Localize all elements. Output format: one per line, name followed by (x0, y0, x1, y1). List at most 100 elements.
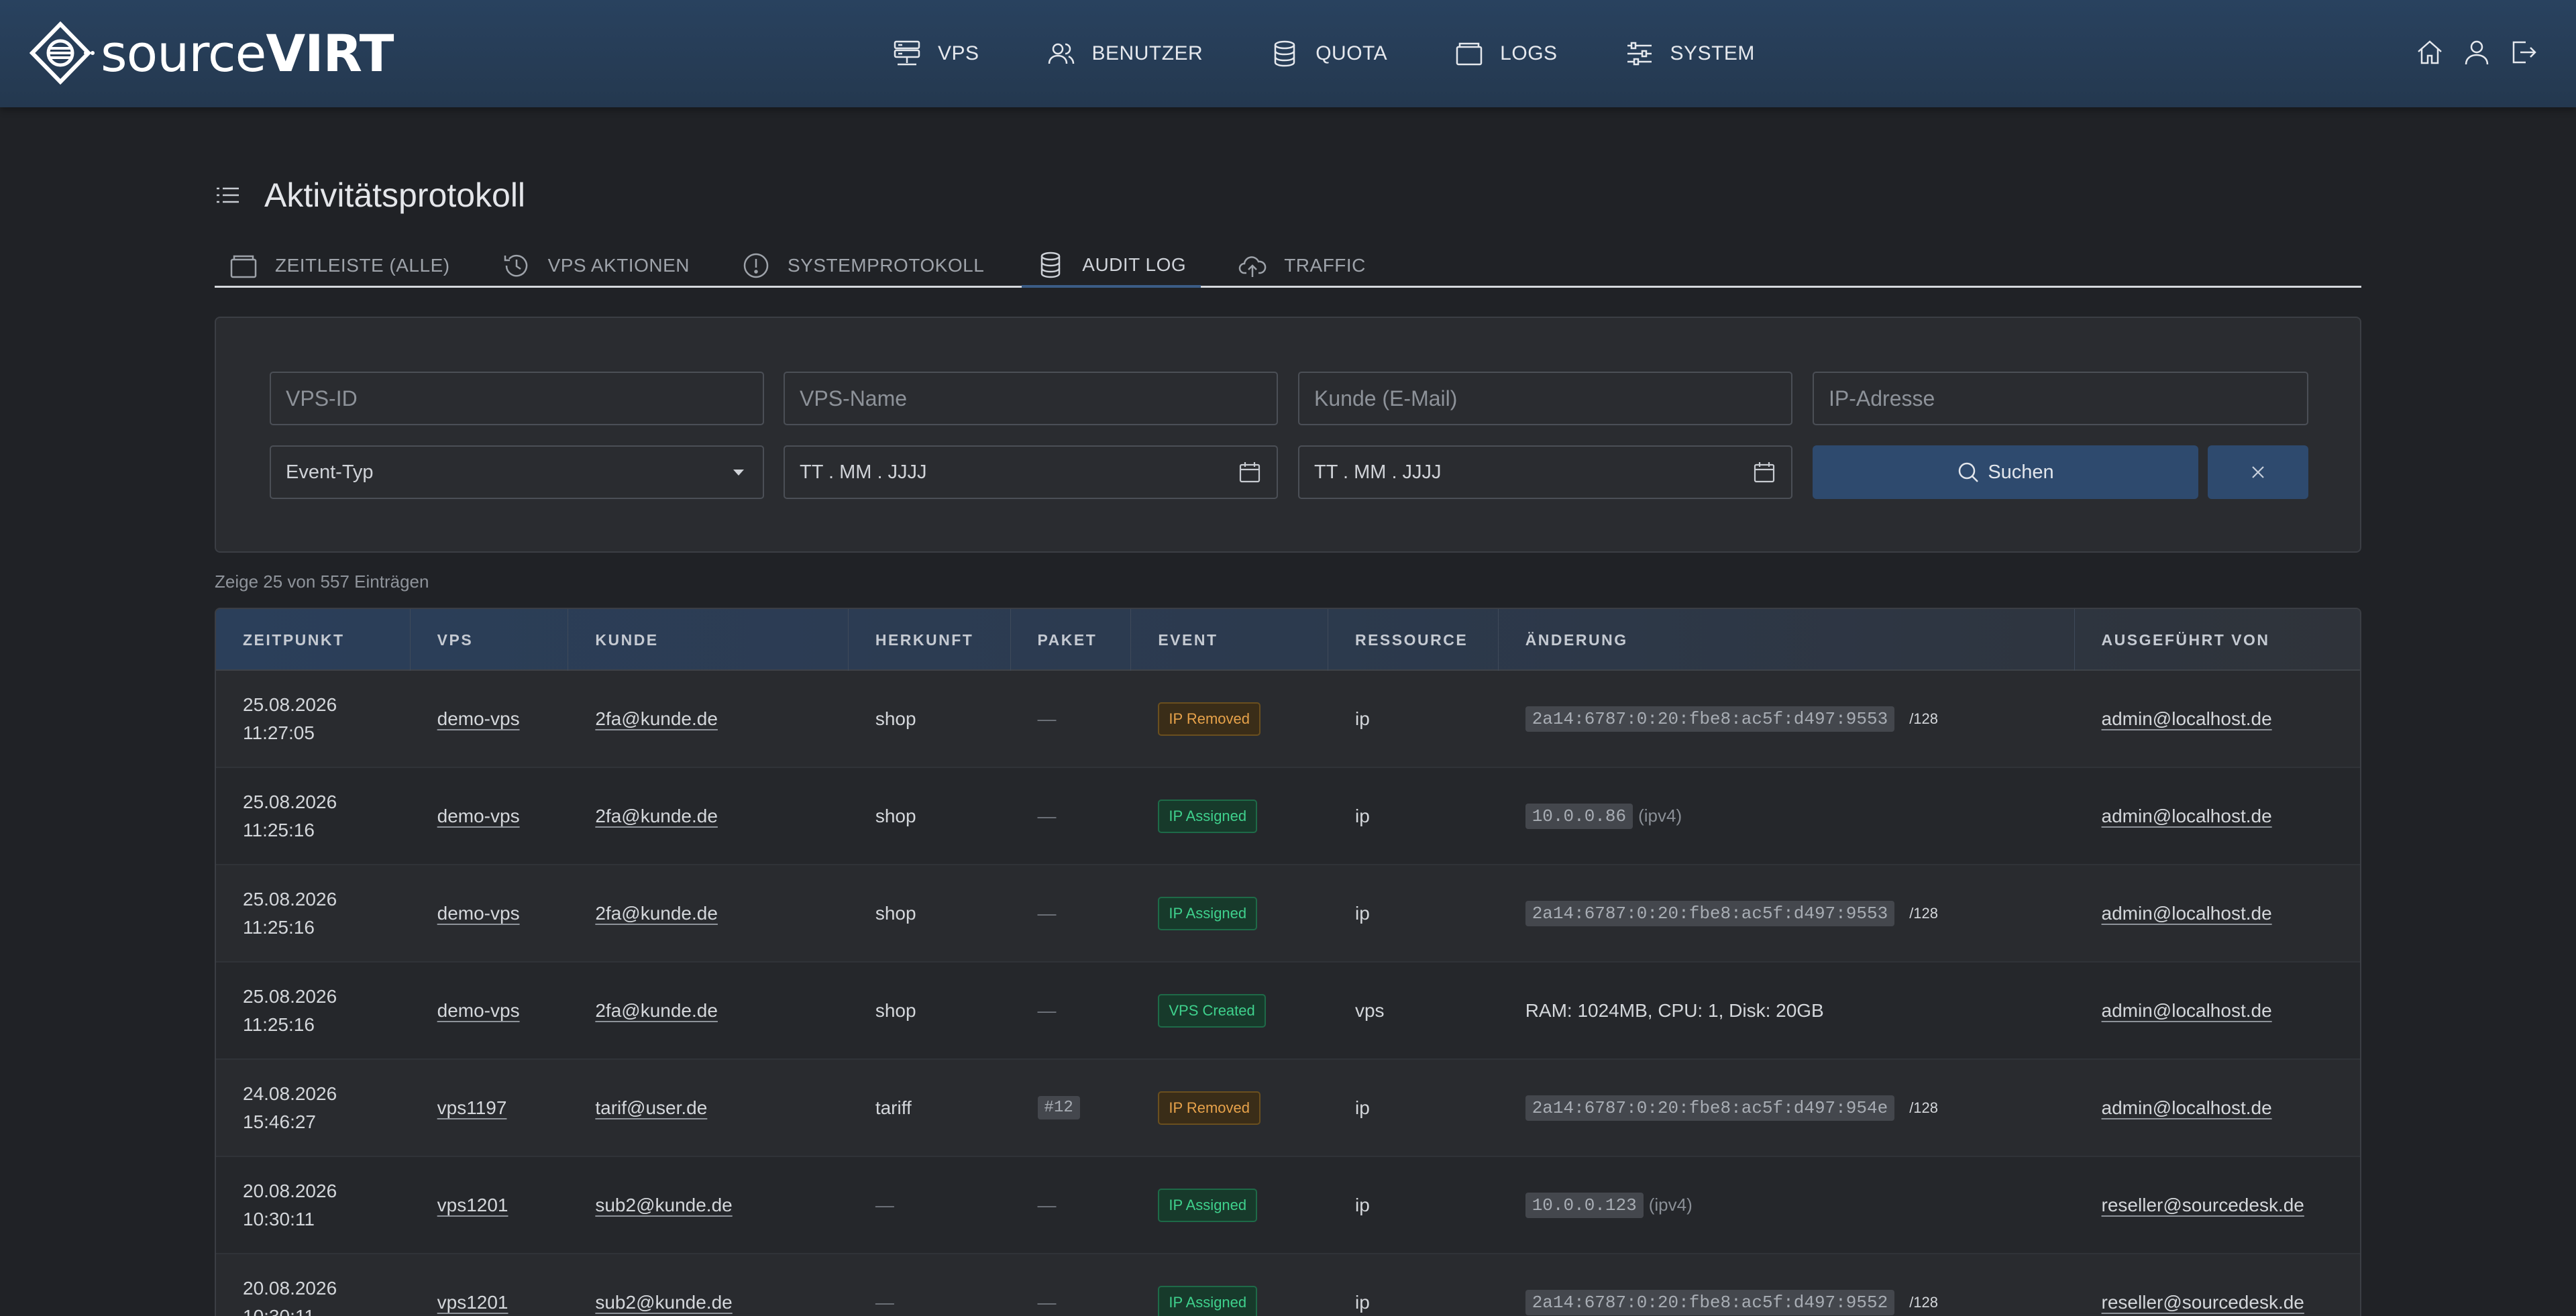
customer-link[interactable]: tarif@user.de (595, 1097, 707, 1119)
vps-cell: vps1197 (411, 1060, 569, 1156)
home-button[interactable] (2414, 35, 2446, 70)
package-cell: — (1011, 768, 1132, 864)
column-header[interactable]: VPS (411, 609, 569, 671)
vps-id-field[interactable] (270, 372, 764, 425)
timestamp-cell: 25.08.2026 11:27:05 (216, 671, 411, 767)
change-suffix: /128 (1909, 710, 1939, 727)
customer-link[interactable]: 2fa@kunde.de (595, 806, 718, 827)
event-type-select[interactable]: Event-Typ (270, 445, 764, 499)
home-icon (2418, 40, 2442, 64)
event-cell: IP Assigned (1131, 1254, 1328, 1316)
table-row[interactable]: 25.08.2026 11:25:16 demo-vps 2fa@kunde.de sh… (216, 768, 2360, 865)
timestamp-cell: 20.08.2026 10:30:11 (216, 1157, 411, 1253)
change-suffix: /128 (1909, 1293, 1939, 1311)
customer-email-field[interactable] (1298, 372, 1792, 425)
event-cell: IP Assigned (1131, 768, 1328, 864)
logout-button[interactable] (2508, 35, 2540, 70)
tab-traffic[interactable]: TRAFFIC (1224, 245, 1381, 286)
cloud-upload-icon (1238, 256, 1267, 277)
executed-by-link[interactable]: admin@localhost.de (2102, 806, 2272, 827)
column-header[interactable]: HERKUNFT (849, 609, 1011, 671)
tab-timeline[interactable]: ZEITLEISTE (ALLE) (215, 245, 465, 286)
timestamp-cell: 24.08.2026 15:46:27 (216, 1060, 411, 1156)
timestamp-cell: 25.08.2026 11:25:16 (216, 963, 411, 1058)
executed-by-link[interactable]: reseller@sourcedesk.de (2102, 1195, 2304, 1216)
tab-label: TRAFFIC (1284, 254, 1366, 276)
ip-address-field[interactable] (1813, 372, 2308, 425)
table-row[interactable]: 25.08.2026 11:27:05 demo-vps 2fa@kunde.de sh… (216, 671, 2360, 768)
tab-label: VPS AKTIONEN (547, 254, 690, 276)
calendar-icon[interactable] (1238, 460, 1262, 484)
origin-cell: shop (849, 768, 1011, 864)
customer-link[interactable]: 2fa@kunde.de (595, 903, 718, 924)
logo-icon (30, 21, 95, 85)
column-header[interactable]: ÄNDERUNG (1499, 609, 2075, 671)
timestamp-time: 11:25:16 (243, 819, 315, 840)
event-cell: VPS Created (1131, 963, 1328, 1058)
nav-item-vps[interactable]: VPS (892, 39, 979, 68)
vps-link[interactable]: vps1201 (437, 1195, 508, 1216)
profile-button[interactable] (2461, 35, 2493, 70)
customer-link[interactable]: 2fa@kunde.de (595, 708, 718, 730)
executed-by-link[interactable]: admin@localhost.de (2102, 1000, 2272, 1022)
package-cell: — (1011, 963, 1132, 1058)
vps-name-input[interactable] (800, 386, 1262, 411)
timestamp-date: 25.08.2026 (243, 985, 337, 1007)
vps-link[interactable]: demo-vps (437, 806, 520, 827)
executed-by-link[interactable]: admin@localhost.de (2102, 708, 2272, 730)
column-header[interactable]: KUNDE (568, 609, 849, 671)
date-to-field[interactable]: TT . MM . JJJJ (1298, 445, 1792, 499)
server-icon (894, 40, 920, 66)
table-row[interactable]: 25.08.2026 11:25:16 demo-vps 2fa@kunde.de sh… (216, 963, 2360, 1060)
tab-system-log[interactable]: SYSTEMPROTOKOLL (727, 245, 999, 286)
package-value: — (1037, 708, 1057, 729)
table-row[interactable]: 24.08.2026 15:46:27 vps1197 tarif@user.de ta… (216, 1060, 2360, 1157)
vps-link[interactable]: demo-vps (437, 708, 520, 730)
vps-link[interactable]: vps1197 (437, 1097, 507, 1119)
tab-vps-actions[interactable]: VPS AKTIONEN (488, 245, 704, 286)
tab-audit-log[interactable]: AUDIT LOG (1022, 245, 1201, 288)
column-header[interactable]: RESSOURCE (1328, 609, 1499, 671)
origin-value: shop (875, 708, 916, 729)
change-cell: RAM: 1024MB, CPU: 1, Disk: 20GB (1499, 963, 2075, 1058)
main-nav: VPS BENUTZER QUOTA LOGS SYSTEM (892, 0, 1755, 107)
nav-item-quota[interactable]: QUOTA (1270, 39, 1387, 68)
column-header[interactable]: ZEITPUNKT (216, 609, 411, 671)
customer-email-input[interactable] (1314, 386, 1776, 411)
timestamp-date: 20.08.2026 (243, 1277, 337, 1299)
column-header[interactable]: AUSGEFÜHRT VON (2075, 609, 2360, 671)
tab-label: AUDIT LOG (1082, 254, 1187, 275)
resource-cell: ip (1328, 865, 1499, 961)
chevron-down-icon (733, 470, 744, 476)
nav-item-system[interactable]: SYSTEM (1625, 39, 1755, 68)
close-icon (2252, 466, 2264, 478)
ip-address-input[interactable] (1829, 386, 2292, 411)
search-button[interactable]: Suchen (1813, 445, 2198, 499)
change-cell: 2a14:6787:0:20:fbe8:ac5f:d497:9553/128 (1499, 865, 2075, 961)
executed-by-link[interactable]: admin@localhost.de (2102, 1097, 2272, 1119)
vps-link[interactable]: demo-vps (437, 903, 520, 924)
table-row[interactable]: 20.08.2026 10:30:11 vps1201 sub2@kunde.de — —… (216, 1254, 2360, 1316)
executed-by-link[interactable]: admin@localhost.de (2102, 903, 2272, 924)
table-row[interactable]: 20.08.2026 10:30:11 vps1201 sub2@kunde.de — —… (216, 1157, 2360, 1254)
vps-link[interactable]: vps1201 (437, 1292, 508, 1313)
customer-link[interactable]: 2fa@kunde.de (595, 1000, 718, 1022)
resource-value: vps (1354, 999, 1385, 1021)
date-from-field[interactable]: TT . MM . JJJJ (784, 445, 1278, 499)
customer-link[interactable]: sub2@kunde.de (595, 1195, 732, 1216)
customer-link[interactable]: sub2@kunde.de (595, 1292, 732, 1313)
calendar-icon[interactable] (1752, 460, 1776, 484)
change-suffix: /128 (1909, 904, 1939, 922)
vps-name-field[interactable] (784, 372, 1278, 425)
nav-item-benutzer[interactable]: BENUTZER (1046, 39, 1203, 68)
executed-by-link[interactable]: reseller@sourcedesk.de (2102, 1292, 2304, 1313)
column-header[interactable]: EVENT (1131, 609, 1328, 671)
table-row[interactable]: 25.08.2026 11:25:16 demo-vps 2fa@kunde.de sh… (216, 865, 2360, 963)
column-header[interactable]: PAKET (1011, 609, 1132, 671)
nav-item-logs[interactable]: LOGS (1454, 39, 1557, 68)
table-body: 25.08.2026 11:27:05 demo-vps 2fa@kunde.de sh… (216, 671, 2360, 1316)
vps-id-input[interactable] (286, 386, 748, 411)
clear-filters-button[interactable] (2208, 445, 2308, 499)
brand-logo[interactable]: sourceVIRT (30, 21, 394, 85)
vps-link[interactable]: demo-vps (437, 1000, 520, 1022)
